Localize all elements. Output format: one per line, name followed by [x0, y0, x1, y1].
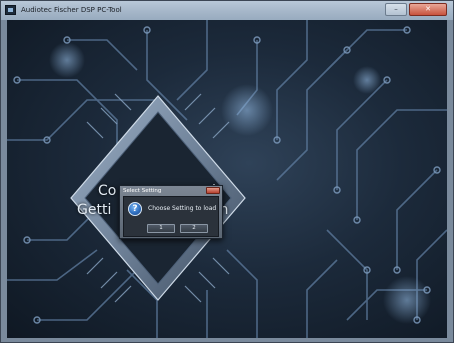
window-title: Audiotec Fischer DSP PC-Tool	[21, 6, 122, 14]
background-caption-part: Co	[98, 183, 117, 199]
dialog-message: Choose Setting to load	[148, 205, 217, 212]
dialog-body: ? Choose Setting to load 1 2	[123, 196, 219, 237]
background-caption-part: Getti	[77, 202, 112, 218]
app-window: Audiotec Fischer DSP PC-Tool – ✕ Co Gett…	[0, 0, 454, 343]
close-button[interactable]: ✕	[409, 3, 447, 16]
title-bar[interactable]: Audiotec Fischer DSP PC-Tool – ✕	[1, 1, 453, 20]
main-canvas: Co d Getti ion Select Setting ? Choose S…	[7, 20, 447, 338]
dialog-title: Select Setting	[123, 188, 162, 194]
circuit-board-background	[7, 20, 447, 338]
setting-1-button[interactable]: 1	[147, 224, 175, 233]
setting-2-button[interactable]: 2	[180, 224, 208, 233]
minimize-button[interactable]: –	[385, 3, 407, 16]
dialog-close-button[interactable]	[206, 187, 220, 194]
select-setting-dialog: Select Setting ? Choose Setting to load …	[119, 185, 223, 239]
app-icon[interactable]	[5, 5, 16, 15]
question-icon: ?	[128, 202, 142, 216]
